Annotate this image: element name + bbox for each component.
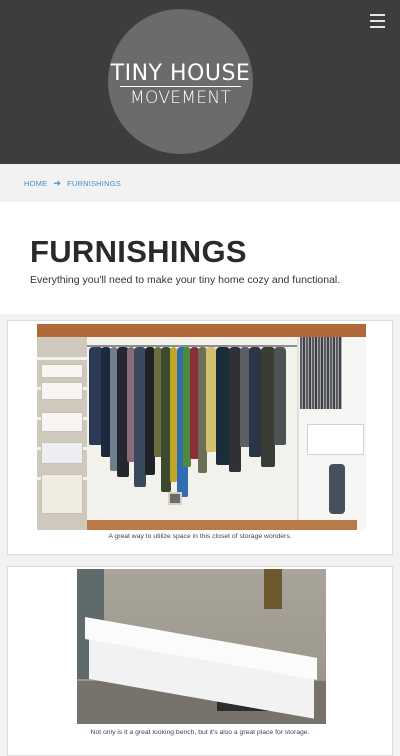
site-logo[interactable]: TINY HOUSE MOVEMENT — [108, 9, 253, 154]
breadcrumb-current-link[interactable]: FURNISHINGS — [67, 179, 121, 188]
card-caption: Not only is it a great looking bench, bu… — [90, 729, 310, 736]
closet-photo[interactable] — [37, 324, 366, 530]
bench-photo[interactable] — [77, 569, 326, 724]
card-caption: A great way to utilize space in this clo… — [108, 533, 292, 540]
outlet-icon — [168, 492, 182, 505]
breadcrumb: HOME ➔ FURNISHINGS — [0, 164, 400, 202]
logo-line1: TINY HOUSE — [110, 61, 251, 86]
page-subtitle: Everything you'll need to make your tiny… — [30, 274, 341, 286]
page-title: FURNISHINGS — [30, 234, 247, 269]
breadcrumb-home-link[interactable]: HOME — [24, 179, 47, 188]
furnishing-card: A great way to utilize space in this clo… — [7, 320, 393, 555]
right-arrow-icon: ➔ — [53, 177, 62, 188]
site-header: TINY HOUSE MOVEMENT — [0, 0, 400, 164]
logo-line2: MOVEMENT — [129, 88, 232, 108]
hamburger-menu-icon[interactable] — [370, 14, 385, 28]
page-heading: FURNISHINGS Everything you'll need to ma… — [0, 202, 400, 314]
logo-divider — [120, 86, 241, 87]
furnishing-card: Not only is it a great looking bench, bu… — [7, 566, 393, 756]
